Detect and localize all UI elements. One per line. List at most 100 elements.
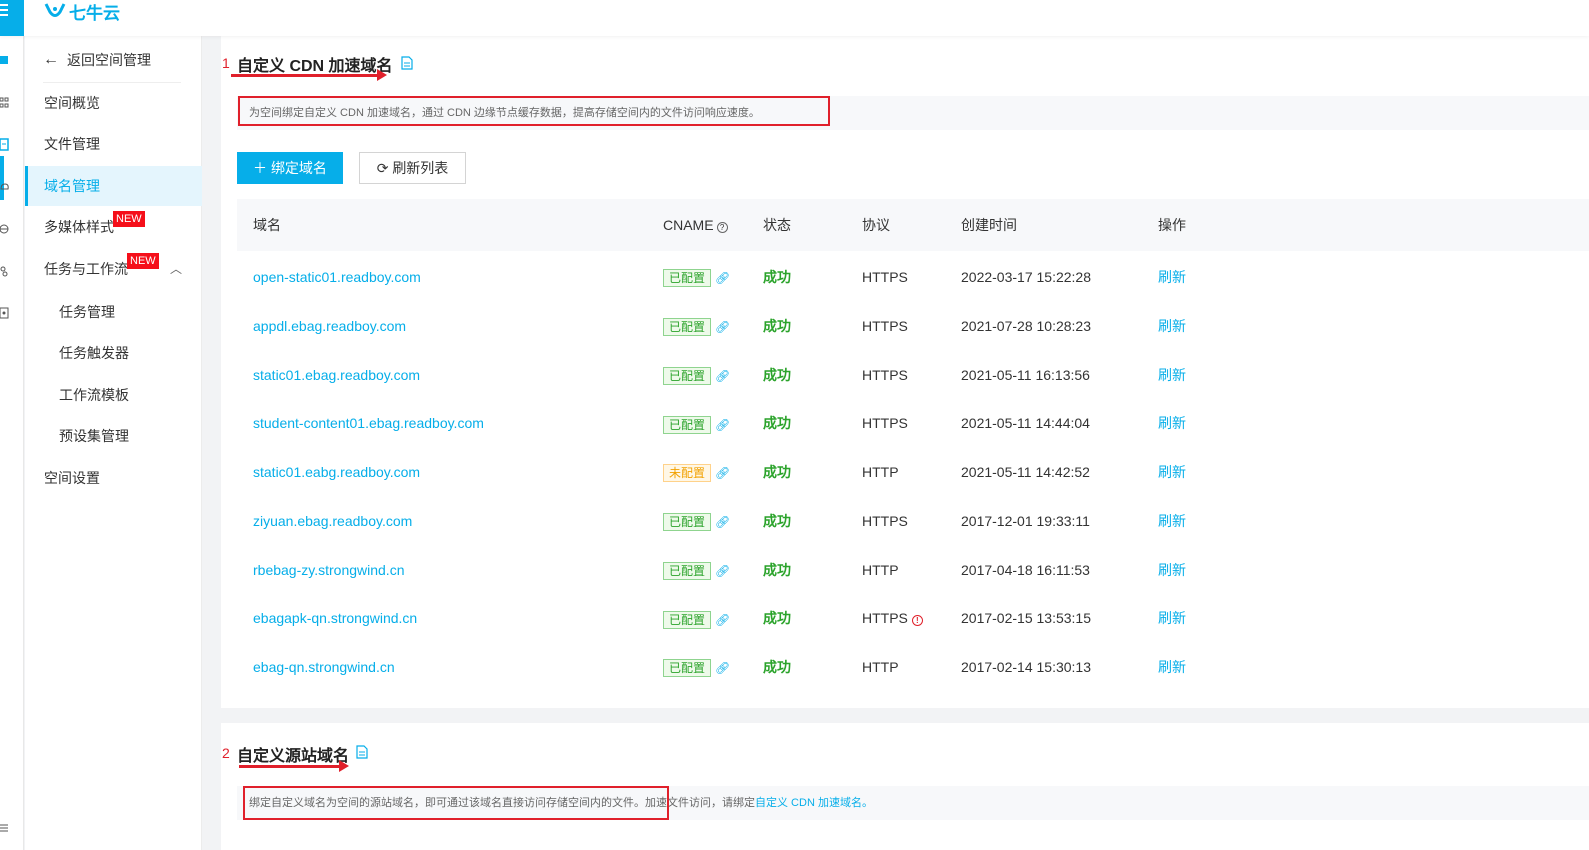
collapse-icon[interactable] (0, 821, 10, 835)
domain-link[interactable]: ebagapk-qn.strongwind.cn (253, 594, 417, 642)
protocol-text: HTTPS (862, 366, 908, 383)
sidebar-item-label: 空间概览 (44, 95, 100, 111)
annotation-number: 1 (222, 55, 230, 71)
overview-icon[interactable] (0, 54, 10, 68)
bind-domain-button[interactable]: ＋ 绑定域名 (237, 152, 343, 184)
table-row: appdl.ebag.readboy.com 已配置 🔗︎ 成功 HTTPS 2021-0… (237, 302, 1589, 350)
refresh-action-link[interactable]: 刷新 (1158, 399, 1186, 447)
created-time: 2017-04-18 16:11:53 (961, 561, 1090, 578)
protocol-cell: HTTP (862, 448, 899, 496)
refresh-action-link[interactable]: 刷新 (1158, 448, 1186, 496)
column-header-label: CNAME (663, 217, 714, 233)
menu-toggle-button[interactable] (0, 0, 24, 36)
cdn-icon[interactable] (0, 180, 10, 194)
cname-status-tag: 已配置 (663, 318, 712, 337)
domain-link[interactable]: static01.ebag.readboy.com (253, 351, 420, 399)
document-icon[interactable] (356, 745, 368, 759)
link-icon[interactable]: 🔗︎ (715, 596, 730, 644)
new-badge: NEW (113, 211, 145, 227)
media-icon[interactable] (0, 264, 10, 278)
logo-text: 七牛云 (69, 3, 120, 23)
link-icon[interactable]: 🔗︎ (715, 303, 730, 351)
link-icon[interactable]: 🔗︎ (715, 644, 730, 692)
refresh-action-link[interactable]: 刷新 (1158, 302, 1186, 350)
sidebar-item-files[interactable]: 文件管理 (25, 124, 202, 164)
link-icon[interactable]: 🔗︎ (715, 498, 730, 546)
globe-icon[interactable] (0, 222, 10, 236)
sidebar-item-label: 域名管理 (44, 178, 100, 194)
refresh-action-link[interactable]: 刷新 (1158, 253, 1186, 301)
refresh-action-link[interactable]: 刷新 (1158, 594, 1186, 642)
refresh-action-link[interactable]: 刷新 (1158, 546, 1186, 594)
link-icon[interactable]: 🔗︎ (715, 547, 730, 595)
column-header-status: 状态 (763, 217, 791, 233)
protocol-cell: HTTP (862, 546, 899, 594)
apps-icon[interactable] (0, 96, 10, 110)
table-row: ebagapk-qn.strongwind.cn 已配置 🔗︎ 成功 HTTPS! 201… (237, 594, 1589, 642)
sidebar-item-domains[interactable]: 域名管理 (25, 166, 202, 206)
sidebar-item-tasks-workflows[interactable]: 任务与工作流 NEW ︿ (25, 249, 202, 289)
new-badge: NEW (127, 253, 159, 269)
chevron-up-icon[interactable]: ︿ (170, 249, 182, 289)
logo[interactable]: 七牛云 (44, 0, 120, 23)
refresh-action-link[interactable]: 刷新 (1158, 351, 1186, 399)
table-header: 域名 CNAME? 状态 协议 创建时间 操作 (237, 199, 1589, 251)
table-row: static01.eabg.readboy.com 未配置 🔗︎ 成功 HTTP 2021… (237, 448, 1589, 496)
table-row: ziyuan.ebag.readboy.com 已配置 🔗︎ 成功 HTTPS 2017-… (237, 497, 1589, 545)
protocol-cell: HTTPS (862, 351, 908, 399)
warning-icon[interactable]: ! (911, 615, 923, 627)
sidebar-item-media-styles[interactable]: 多媒体样式 NEW (25, 207, 202, 247)
sidebar-item-overview[interactable]: 空间概览 (25, 83, 202, 123)
status-text: 成功 (763, 415, 791, 432)
domain-link[interactable]: static01.eabg.readboy.com (253, 448, 420, 496)
protocol-cell: HTTPS! (862, 594, 923, 642)
domain-link[interactable]: rbebag-zy.strongwind.cn (253, 546, 404, 594)
domain-link[interactable]: ziyuan.ebag.readboy.com (253, 497, 412, 545)
logo-icon (44, 3, 66, 17)
refresh-action-link[interactable]: 刷新 (1158, 643, 1186, 691)
sidebar-item-presets[interactable]: 预设集管理 (25, 416, 202, 456)
sidebar-item-workflow-templates[interactable]: 工作流模板 (25, 375, 202, 415)
table-row: ebag-qn.strongwind.cn 已配置 🔗︎ 成功 HTTP 2017-02-… (237, 643, 1589, 691)
icon-rail (0, 36, 24, 850)
link-icon[interactable]: 🔗︎ (715, 254, 730, 302)
table-row: open-static01.readboy.com 已配置 🔗︎ 成功 HTTPS 202… (237, 253, 1589, 301)
protocol-cell: HTTP (862, 643, 899, 691)
protocol-text: HTTPS (862, 415, 908, 432)
table-row: rbebag-zy.strongwind.cn 已配置 🔗︎ 成功 HTTP 2017-0… (237, 546, 1589, 594)
cname-cell: 未配置 🔗︎ (663, 448, 730, 497)
sidebar-item-task-triggers[interactable]: 任务触发器 (25, 333, 202, 373)
cname-status-tag: 未配置 (663, 464, 712, 483)
sidebar-item-task-management[interactable]: 任务管理 (25, 292, 202, 332)
annotation-number: 2 (222, 745, 230, 761)
domain-link[interactable]: open-static01.readboy.com (253, 253, 421, 301)
link-icon[interactable]: 🔗︎ (715, 401, 730, 449)
cname-status-tag: 已配置 (663, 659, 712, 678)
document-icon[interactable] (401, 56, 413, 70)
domain-link[interactable]: ebag-qn.strongwind.cn (253, 643, 395, 691)
sidebar: ← 返回空间管理 空间概览 文件管理 域名管理 多媒体样式 NEW 任务与工作流… (25, 36, 202, 850)
domain-link[interactable]: student-content01.ebag.readboy.com (253, 399, 484, 447)
protocol-text: HTTP (862, 659, 899, 675)
refresh-list-button[interactable]: ⟳ 刷新列表 (359, 152, 466, 184)
help-icon[interactable]: ? (716, 222, 728, 233)
cdn-domain-link[interactable]: 自定义 CDN 加速域名。 (755, 797, 873, 809)
table-row: static01.ebag.readboy.com 已配置 🔗︎ 成功 HTTPS 202… (237, 351, 1589, 399)
sidebar-item-bucket-settings[interactable]: 空间设置 (25, 458, 202, 498)
storage-icon[interactable] (0, 138, 10, 152)
cname-status-tag: 已配置 (663, 561, 712, 580)
column-header-domain: 域名 (253, 217, 281, 233)
protocol-text: HTTPS (862, 317, 908, 334)
cname-status-tag: 已配置 (663, 269, 712, 288)
annotation-arrow (231, 69, 387, 81)
settings-icon[interactable] (0, 306, 10, 320)
cname-cell: 已配置 🔗︎ (663, 497, 730, 546)
cname-cell: 已配置 🔗︎ (663, 351, 730, 400)
link-icon[interactable]: 🔗︎ (715, 352, 730, 400)
back-to-buckets-link[interactable]: ← 返回空间管理 (43, 50, 151, 70)
status-text: 成功 (763, 464, 791, 480)
created-time: 2021-05-11 14:42:52 (961, 464, 1090, 480)
domain-link[interactable]: appdl.ebag.readboy.com (253, 302, 406, 350)
link-icon[interactable]: 🔗︎ (715, 449, 730, 497)
refresh-action-link[interactable]: 刷新 (1158, 497, 1186, 545)
